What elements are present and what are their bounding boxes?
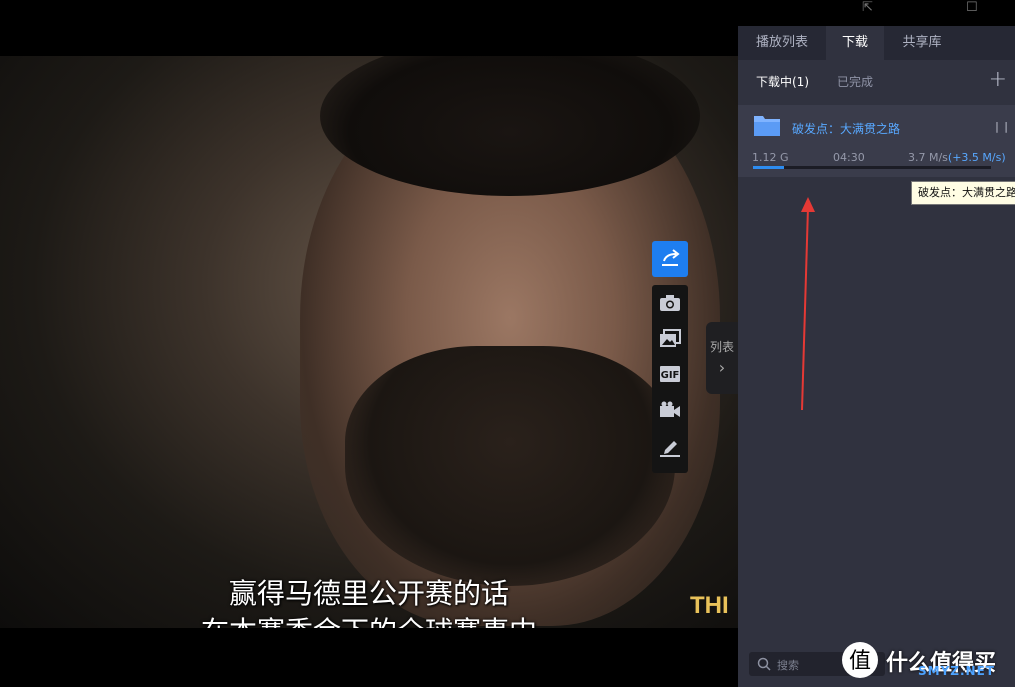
tab-shared-library[interactable]: 共享库 (884, 26, 960, 60)
video-frame[interactable]: 赢得马德里公开赛的话 在本赛季余下的全球赛事中 THI (0, 56, 738, 628)
watermark-logo-icon: 值 (849, 649, 871, 674)
side-toolbar: GIF (652, 285, 688, 473)
search-input[interactable]: 搜索 (777, 657, 799, 673)
download-item[interactable]: 破发点：大满贯之路 | | 1.12 G 04:30 3.7 M/s(+3.5 … (738, 105, 1015, 177)
download-remaining-time: 04:30 (833, 151, 865, 164)
add-download-icon[interactable]: + (989, 67, 1007, 92)
playlist-toggle-label: 列表 (709, 340, 734, 354)
video-record-icon (660, 401, 680, 417)
gallery-icon (660, 329, 681, 347)
svg-text:GIF: GIF (661, 370, 680, 381)
share-button[interactable] (652, 241, 688, 277)
watermark-logo: 值 (842, 642, 878, 678)
tab-playlist[interactable]: 播放列表 (738, 26, 826, 60)
continuous-capture-button[interactable] (652, 324, 688, 354)
panel-tabs: 播放列表 下载 共享库 (738, 26, 1015, 60)
video-overlay-text: THI (690, 592, 729, 619)
mini-mode-icon[interactable]: ⇱ (862, 0, 873, 15)
tab-download[interactable]: 下载 (826, 26, 884, 60)
svg-text:值: 值 (849, 649, 871, 674)
pause-icon[interactable]: | | (995, 120, 1009, 133)
subtab-completed[interactable]: 已完成 (837, 73, 873, 90)
share-icon (662, 249, 680, 266)
watermark: 值 什么值得买 SMYZ.NET (842, 642, 1015, 687)
watermark-url: SMYZ.NET (918, 664, 995, 678)
search-icon (757, 657, 771, 671)
download-subtabs: 下载中(1) 已完成 + (738, 60, 1015, 102)
download-title[interactable]: 破发点：大满贯之路 (792, 120, 900, 137)
camera-icon (660, 295, 680, 311)
download-size: 1.12 G (752, 151, 789, 164)
edit-button[interactable] (652, 432, 688, 462)
title-tooltip: 破发点：大满贯之路 (911, 181, 1015, 205)
download-speed-value: 3.7 M/s (908, 151, 948, 164)
maximize-icon[interactable]: ☐ (966, 0, 978, 15)
download-speed: 3.7 M/s(+3.5 M/s) (908, 151, 1006, 164)
edit-icon (660, 441, 680, 457)
folder-icon (754, 116, 780, 136)
download-speed-boost: (+3.5 M/s) (947, 151, 1006, 164)
subtitle-line-1: 赢得马德里公开赛的话 (228, 577, 509, 610)
subtab-downloading[interactable]: 下载中(1) (756, 73, 809, 90)
annotation-arrow (801, 197, 815, 411)
record-button[interactable] (652, 395, 688, 425)
download-progress-bar (753, 166, 991, 169)
video-person-beard (345, 346, 675, 586)
download-progress-fill (753, 166, 784, 169)
playlist-toggle[interactable]: 列表 › (706, 322, 738, 394)
side-panel: 播放列表 下载 共享库 下载中(1) 已完成 + 破发点：大满贯之路 | | 1… (738, 26, 1015, 687)
gif-button[interactable]: GIF (652, 359, 688, 389)
screenshot-button[interactable] (652, 288, 688, 318)
subtitle-line-2: 在本赛季余下的全球赛事中 (0, 610, 738, 628)
gif-icon: GIF (660, 366, 680, 382)
chevron-right-icon: › (718, 358, 726, 377)
